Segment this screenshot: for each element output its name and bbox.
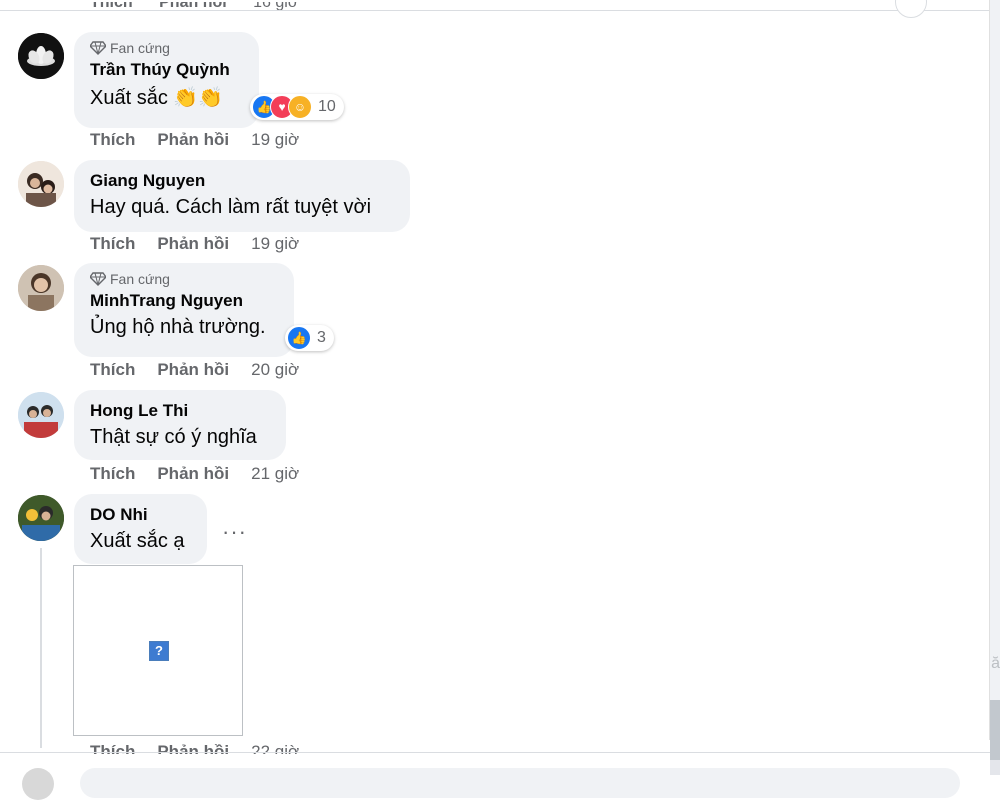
- avatar[interactable]: [18, 161, 64, 207]
- comment-actions: Thích Phản hồi 20 giờ: [90, 360, 299, 380]
- reply-thread-line: [40, 548, 42, 748]
- diamond-icon: [90, 41, 106, 55]
- comment-input[interactable]: [80, 768, 960, 798]
- partial-round-button[interactable]: [895, 0, 927, 18]
- comment-bubble: Hong Le Thi Thật sự có ý nghĩa: [74, 390, 286, 460]
- composer-divider: [0, 752, 990, 753]
- like-button[interactable]: Thích: [90, 464, 135, 484]
- profile-photo: [18, 265, 64, 311]
- profile-photo: [18, 392, 64, 438]
- comment-image-attachment[interactable]: ?: [73, 565, 243, 736]
- comment-bubble: Fan cứng MinhTrang Nguyen Ủng hộ nhà trư…: [74, 263, 294, 357]
- avatar[interactable]: [18, 33, 64, 79]
- comment-text: Ủng hộ nhà trường.: [90, 316, 266, 338]
- comment-author[interactable]: Trần Thúy Quỳnh: [90, 60, 243, 80]
- avatar[interactable]: [18, 392, 64, 438]
- comment-author[interactable]: Giang Nguyen: [90, 171, 394, 191]
- more-options-button[interactable]: ···: [222, 519, 247, 545]
- comment-text: Xuất sắc ạ: [90, 530, 185, 552]
- lotus-avatar-image: [18, 33, 64, 79]
- comment-text: Thật sự có ý nghĩa: [90, 426, 257, 448]
- comment-text: Xuất sắc 👏👏: [90, 87, 224, 109]
- comment-author[interactable]: Hong Le Thi: [90, 401, 270, 421]
- like-icon: 👍: [287, 326, 311, 350]
- reply-button[interactable]: Phản hồi: [157, 130, 229, 150]
- background-panel: [990, 700, 1000, 760]
- like-button[interactable]: Thích: [90, 130, 135, 150]
- avatar[interactable]: [18, 495, 64, 541]
- profile-photo: [18, 495, 64, 541]
- badge-label: Fan cứng: [110, 271, 170, 287]
- badge-label: Fan cứng: [110, 40, 170, 56]
- comment-actions: Thích Phản hồi 21 giờ: [90, 464, 299, 484]
- comment-text: Hay quá. Cách làm rất tuyệt vời: [90, 196, 372, 218]
- background-text: ă: [991, 655, 1000, 672]
- reaction-count: 3: [317, 329, 326, 346]
- broken-image-icon: ?: [149, 641, 169, 661]
- reaction-count: 10: [318, 98, 336, 115]
- reaction-summary[interactable]: 👍 ♥ ☺ 10: [250, 94, 344, 120]
- reply-button[interactable]: Phản hồi: [157, 360, 229, 380]
- comment-time[interactable]: 21 giờ: [251, 464, 299, 484]
- diamond-icon: [90, 272, 106, 286]
- comment-time[interactable]: 19 giờ: [251, 130, 299, 150]
- reply-button[interactable]: Phản hồi: [157, 464, 229, 484]
- comment-actions: Thích Phản hồi 19 giờ: [90, 130, 299, 150]
- avatar[interactable]: [18, 265, 64, 311]
- comment-time[interactable]: 19 giờ: [251, 234, 299, 254]
- care-icon: ☺: [288, 95, 312, 119]
- like-button[interactable]: Thích: [90, 234, 135, 254]
- comment-actions: Thích Phản hồi 19 giờ: [90, 234, 299, 254]
- profile-photo: [18, 161, 64, 207]
- avatar: [22, 768, 54, 800]
- comment-bubble: Giang Nguyen Hay quá. Cách làm rất tuyệt…: [74, 160, 410, 232]
- top-divider: [0, 10, 990, 11]
- comment-time[interactable]: 20 giờ: [251, 360, 299, 380]
- top-fan-badge[interactable]: Fan cứng: [90, 271, 278, 287]
- comment-author[interactable]: DO Nhi: [90, 505, 191, 525]
- top-fan-badge[interactable]: Fan cứng: [90, 40, 243, 56]
- reply-button[interactable]: Phản hồi: [157, 234, 229, 254]
- scrollbar-thumb[interactable]: [989, 0, 1000, 740]
- comment-author[interactable]: MinhTrang Nguyen: [90, 291, 278, 311]
- comment-bubble: Fan cứng Trần Thúy Quỳnh Xuất sắc 👏👏: [74, 32, 259, 128]
- like-button[interactable]: Thích: [90, 360, 135, 380]
- reaction-summary[interactable]: 👍 3: [285, 325, 334, 351]
- comment-bubble: DO Nhi Xuất sắc ạ: [74, 494, 207, 564]
